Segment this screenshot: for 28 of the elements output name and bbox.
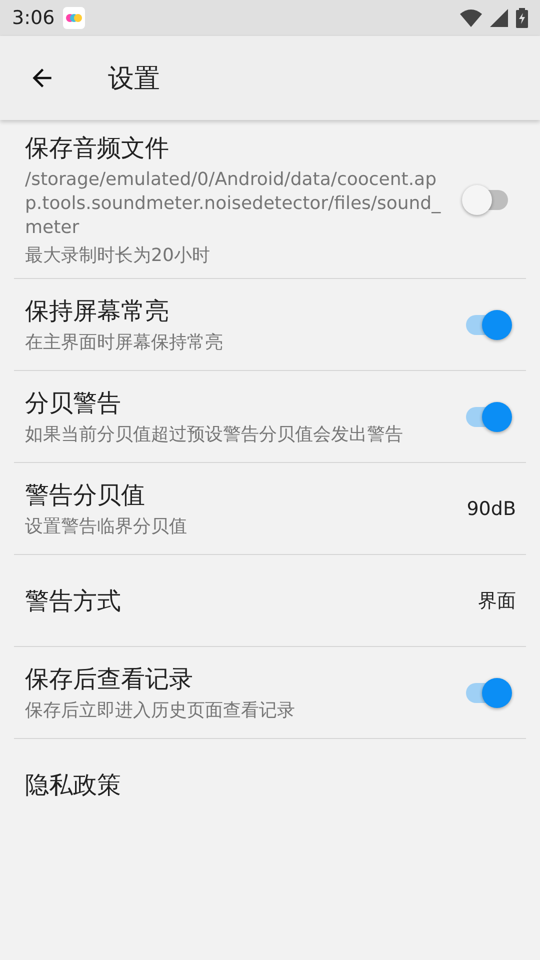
setting-title: 警告方式 <box>25 586 122 616</box>
setting-title: 保存后查看记录 <box>25 664 194 694</box>
setting-summary: 在主界面时屏幕保持常亮 <box>25 330 224 354</box>
setting-summary: 如果当前分贝值超过预设警告分贝值会发出警告 <box>25 422 404 446</box>
settings-row[interactable]: 隐私政策 <box>14 739 526 831</box>
setting-summary: 设置警告临界分贝值 <box>25 514 188 538</box>
setting-title: 保持屏幕常亮 <box>25 296 170 326</box>
signal-icon <box>490 9 508 27</box>
setting-value: 界面 <box>478 588 516 614</box>
setting-summary: 保存后立即进入历史页面查看记录 <box>25 698 296 722</box>
wifi-icon <box>460 9 482 27</box>
settings-row[interactable]: 保存音频文件 /storage/emulated/0/Android/data/coocent.app.tools.soundmeter.noisedetector/files/sound_meter 最大录制时长为20小时 <box>14 122 526 279</box>
settings-row[interactable]: 保存后查看记录 保存后立即进入历史页面查看记录 <box>14 647 526 739</box>
settings-row[interactable]: 警告分贝值 设置警告临界分贝值 90dB <box>14 463 526 555</box>
page-title: 设置 <box>108 62 160 96</box>
settings-row[interactable]: 警告方式 界面 <box>14 555 526 647</box>
setting-title: 分贝警告 <box>25 388 122 418</box>
setting-summary: 最大录制时长为20小时 <box>25 244 211 268</box>
setting-title: 隐私政策 <box>25 770 122 801</box>
setting-summary: /storage/emulated/0/Android/data/coocent.app.tools.soundmeter.noisedetector/files/sound_meter <box>25 168 442 240</box>
setting-title: 保存音频文件 <box>25 133 170 164</box>
settings-row[interactable]: 保持屏幕常亮 在主界面时屏幕保持常亮 <box>14 279 526 371</box>
setting-value: 90dB <box>466 498 516 520</box>
battery-icon <box>516 8 528 28</box>
settings-row[interactable]: 分贝警告 如果当前分贝值超过预设警告分贝值会发出警告 <box>14 371 526 463</box>
status-time: 3:06 <box>12 7 55 29</box>
app-icon <box>62 7 85 29</box>
setting-title: 警告分贝值 <box>25 480 146 510</box>
